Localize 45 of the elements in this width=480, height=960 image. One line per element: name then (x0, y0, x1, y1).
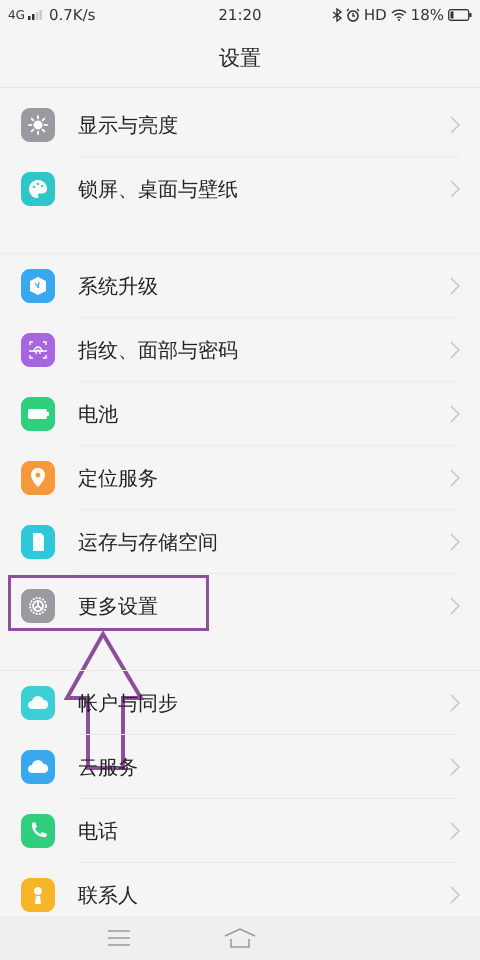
wifi-icon (390, 9, 407, 21)
menu-icon[interactable] (106, 929, 131, 947)
settings-item[interactable]: 定位服务 (0, 446, 480, 510)
battery-percent: 18% (410, 4, 444, 26)
item-label: 更多设置 (78, 593, 159, 620)
network-speed: 0.7K/s (48, 4, 96, 26)
settings-item[interactable]: 电池 (0, 382, 480, 446)
chevron-icon (450, 758, 460, 776)
item-label: 定位服务 (78, 464, 159, 492)
battery-icon (448, 9, 472, 21)
settings-item[interactable]: 系统升级 (0, 254, 480, 318)
alarm-icon (346, 8, 360, 22)
settings-item[interactable]: 显示与亮度 (0, 93, 480, 157)
chevron-icon (450, 276, 460, 294)
item-label: 运存与存储空间 (78, 528, 219, 556)
chevron-icon (450, 597, 460, 615)
chevron-icon (450, 886, 460, 904)
chevron-icon (450, 404, 460, 422)
chevron-icon (450, 116, 460, 134)
chevron-icon (450, 822, 460, 840)
chevron-icon (450, 532, 460, 550)
item-label: 联系人 (78, 882, 139, 909)
settings-item[interactable]: 运存与存储空间 (0, 510, 480, 574)
clock: 21:20 (217, 4, 263, 26)
chevron-icon (450, 468, 460, 486)
signal-icon (28, 10, 42, 20)
item-label: 电池 (78, 400, 119, 428)
network-type: 4G (8, 7, 25, 24)
item-label: 显示与亮度 (78, 112, 179, 138)
item-label: 系统升级 (78, 272, 159, 300)
chevron-icon (450, 340, 460, 358)
settings-item[interactable]: 更多设置 (0, 574, 480, 638)
page-title: 设置 (219, 44, 261, 72)
item-label: 指纹、面部与密码 (78, 336, 239, 364)
chevron-icon (450, 180, 460, 198)
settings-item[interactable]: 联系人 (0, 863, 480, 916)
settings-item[interactable]: 电话 (0, 799, 480, 863)
home-icon[interactable] (224, 927, 256, 949)
item-label: 电话 (78, 818, 119, 844)
settings-item[interactable]: 指纹、面部与密码 (0, 318, 480, 382)
item-label: 锁屏、桌面与壁纸 (78, 176, 239, 203)
bluetooth-icon (332, 8, 342, 22)
chevron-icon (450, 694, 460, 712)
hd-indicator: HD (364, 4, 387, 26)
settings-item[interactable]: 锁屏、桌面与壁纸 (0, 157, 480, 221)
